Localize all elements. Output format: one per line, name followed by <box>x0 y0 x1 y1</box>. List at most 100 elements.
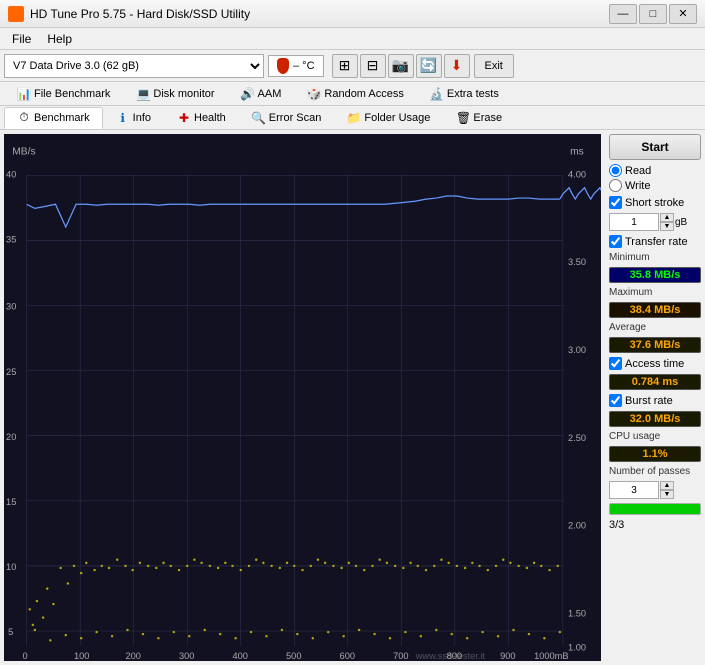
burst-rate-label[interactable]: Burst rate <box>609 394 701 407</box>
temperature-icon <box>277 58 289 74</box>
short-stroke-checkbox[interactable] <box>609 196 622 209</box>
health-icon: ✚ <box>177 111 191 125</box>
tab-random-access[interactable]: 🎲 Random Access <box>294 83 416 105</box>
maximize-button[interactable]: □ <box>639 4 667 24</box>
svg-text:10: 10 <box>6 562 16 572</box>
toolbar-icon-4[interactable]: 🔄 <box>416 54 442 78</box>
svg-text:2.00: 2.00 <box>568 521 586 531</box>
menu-file[interactable]: File <box>4 30 39 48</box>
access-time-label[interactable]: Access time <box>609 357 701 370</box>
toolbar: V7 Data Drive 3.0 (62 gB) – °C ⊞ ⊟ 📷 🔄 ⬇… <box>0 50 705 82</box>
svg-text:20: 20 <box>6 432 16 442</box>
tab-health[interactable]: ✚ Health <box>164 107 239 129</box>
aam-icon: 🔊 <box>241 87 255 101</box>
start-button[interactable]: Start <box>609 134 701 160</box>
read-label: Read <box>625 165 651 177</box>
passes-progress-row: 3/3 <box>609 519 701 531</box>
main-content: MB/s ms 40 35 30 25 20 15 10 5 4.00 3.50… <box>0 130 705 665</box>
short-stroke-arrows: ▲ ▼ <box>660 213 674 231</box>
short-stroke-down[interactable]: ▼ <box>660 222 674 231</box>
short-stroke-text: Short stroke <box>625 197 684 209</box>
read-radio-label[interactable]: Read <box>609 164 701 177</box>
passes-down[interactable]: ▼ <box>660 490 674 499</box>
tab-row-1: 📊 File Benchmark 💻 Disk monitor 🔊 AAM 🎲 … <box>0 82 705 106</box>
svg-text:100: 100 <box>74 651 89 661</box>
menu-help[interactable]: Help <box>39 30 80 48</box>
file-benchmark-icon: 📊 <box>17 87 31 101</box>
svg-text:1000mB: 1000mB <box>534 651 568 661</box>
toolbar-icon-1[interactable]: ⊞ <box>332 54 358 78</box>
burst-rate-checkbox[interactable] <box>609 394 622 407</box>
chart-area: MB/s ms 40 35 30 25 20 15 10 5 4.00 3.50… <box>4 134 601 661</box>
cpu-usage-value: 1.1% <box>609 446 701 462</box>
toolbar-icon-3[interactable]: 📷 <box>388 54 414 78</box>
chart-watermark: www.ssd-tester.it <box>415 651 486 661</box>
transfer-rate-checkbox[interactable] <box>609 235 622 248</box>
tab-info[interactable]: ℹ Info <box>103 107 164 129</box>
tab-file-benchmark-label: File Benchmark <box>34 88 110 100</box>
short-stroke-input[interactable] <box>609 213 659 231</box>
window-controls: — □ ✕ <box>609 4 697 24</box>
svg-text:300: 300 <box>179 651 194 661</box>
tab-disk-monitor[interactable]: 💻 Disk monitor <box>123 83 227 105</box>
svg-text:0: 0 <box>23 651 28 661</box>
drive-selector[interactable]: V7 Data Drive 3.0 (62 gB) <box>4 54 264 78</box>
right-panel: Start Read Write Short stroke ▲ ▼ gB <box>605 130 705 665</box>
tab-file-benchmark[interactable]: 📊 File Benchmark <box>4 83 123 105</box>
benchmark-icon: ⏱ <box>17 111 31 125</box>
read-radio[interactable] <box>609 164 622 177</box>
cpu-usage-label: CPU usage <box>609 431 701 442</box>
progress-bar-fill <box>610 504 700 514</box>
window-title: HD Tune Pro 5.75 - Hard Disk/SSD Utility <box>30 7 250 21</box>
svg-text:3.00: 3.00 <box>568 345 586 355</box>
passes-progress-label: 3/3 <box>609 519 624 531</box>
exit-button[interactable]: Exit <box>474 54 514 78</box>
access-time-checkbox[interactable] <box>609 357 622 370</box>
minimum-label: Minimum <box>609 252 701 263</box>
number-of-passes-label: Number of passes <box>609 466 701 477</box>
tab-erase-label: Erase <box>473 112 502 124</box>
passes-spinbox: ▲ ▼ <box>609 481 701 499</box>
svg-text:900: 900 <box>500 651 515 661</box>
erase-icon: 🗑 <box>456 111 470 125</box>
maximum-value: 38.4 MB/s <box>609 302 701 318</box>
tab-aam[interactable]: 🔊 AAM <box>228 83 295 105</box>
benchmark-chart: MB/s ms 40 35 30 25 20 15 10 5 4.00 3.50… <box>4 134 601 661</box>
short-stroke-unit: gB <box>675 217 687 228</box>
minimize-button[interactable]: — <box>609 4 637 24</box>
toolbar-icon-5[interactable]: ⬇ <box>444 54 470 78</box>
tab-disk-monitor-label: Disk monitor <box>153 88 214 100</box>
passes-up[interactable]: ▲ <box>660 481 674 490</box>
svg-text:5: 5 <box>8 627 13 637</box>
burst-rate-value: 32.0 MB/s <box>609 411 701 427</box>
minimum-value: 35.8 MB/s <box>609 267 701 283</box>
tab-folder-usage[interactable]: 📁 Folder Usage <box>334 107 443 129</box>
error-scan-icon: 🔍 <box>252 111 266 125</box>
close-button[interactable]: ✕ <box>669 4 697 24</box>
svg-text:3.50: 3.50 <box>568 257 586 267</box>
svg-text:1.00: 1.00 <box>568 643 586 653</box>
access-time-value: 0.784 ms <box>609 374 701 390</box>
transfer-rate-label[interactable]: Transfer rate <box>609 235 701 248</box>
svg-text:400: 400 <box>233 651 248 661</box>
tab-benchmark[interactable]: ⏱ Benchmark <box>4 107 103 129</box>
temperature-display: – °C <box>268 55 324 77</box>
tab-error-scan[interactable]: 🔍 Error Scan <box>239 107 335 129</box>
passes-input[interactable] <box>609 481 659 499</box>
short-stroke-label[interactable]: Short stroke <box>609 196 701 209</box>
burst-rate-text: Burst rate <box>625 395 673 407</box>
toolbar-icon-2[interactable]: ⊟ <box>360 54 386 78</box>
average-value: 37.6 MB/s <box>609 337 701 353</box>
temperature-value: – °C <box>293 60 315 72</box>
svg-text:30: 30 <box>6 302 16 312</box>
tab-extra-tests[interactable]: 🔬 Extra tests <box>417 83 512 105</box>
short-stroke-up[interactable]: ▲ <box>660 213 674 222</box>
extra-tests-icon: 🔬 <box>430 87 444 101</box>
write-label: Write <box>625 180 650 192</box>
write-radio-label[interactable]: Write <box>609 179 701 192</box>
tab-erase[interactable]: 🗑 Erase <box>443 107 515 129</box>
write-radio[interactable] <box>609 179 622 192</box>
tab-random-access-label: Random Access <box>324 88 403 100</box>
svg-text:1.50: 1.50 <box>568 609 586 619</box>
info-icon: ℹ <box>116 111 130 125</box>
